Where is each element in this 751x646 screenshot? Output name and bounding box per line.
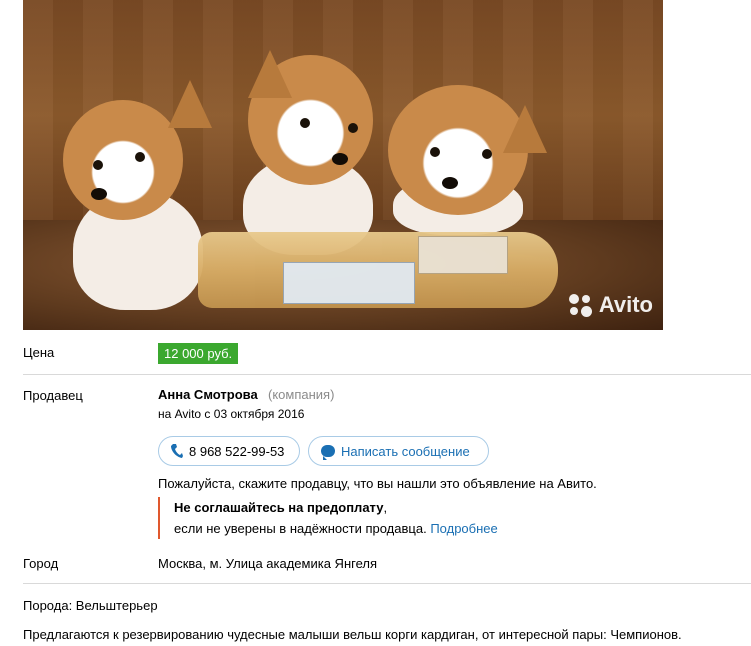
show-phone-button[interactable]: 8 968 522-99-53: [158, 436, 300, 466]
description-text: Предлагаются к резервированию чудесные м…: [23, 627, 682, 642]
warning-comma: ,: [383, 500, 388, 515]
puppy-middle: [228, 45, 388, 255]
seller-label: Продавец: [23, 388, 83, 403]
bottle-label-top: [418, 236, 508, 274]
seller-since: на Avito с 03 октября 2016: [158, 407, 305, 421]
city-value: Москва, м. Улица академика Янгеля: [158, 556, 378, 571]
chat-bubble-icon: [321, 445, 335, 460]
prepayment-warning: Не соглашайтесь на предоплату, если не у…: [158, 497, 498, 539]
avito-dots-logo-icon: [567, 292, 593, 318]
bottle-label-barcode: [283, 262, 415, 304]
phone-number: 8 968 522-99-53: [189, 443, 285, 459]
tell-seller-note: Пожалуйста, скажите продавцу, что вы наш…: [158, 476, 597, 491]
price-label: Цена: [23, 345, 55, 360]
warning-heading: Не соглашайтесь на предоплату: [174, 500, 384, 515]
more-info-link[interactable]: Подробнее: [430, 521, 497, 536]
phone-icon: [171, 444, 183, 458]
avito-watermark: Avito: [567, 292, 653, 318]
seller-name[interactable]: Анна Смотрова: [158, 387, 258, 402]
warning-text: если не уверены в надёжности продавца.: [174, 521, 427, 536]
divider: [23, 374, 751, 375]
write-message-label: Написать сообщение: [341, 443, 470, 459]
avito-watermark-text: Avito: [598, 292, 653, 317]
breed-text: Порода: Вельштерьер: [23, 598, 158, 613]
price-badge: 12 000 руб.: [158, 343, 239, 364]
seller-type: (компания): [268, 387, 335, 402]
write-message-button[interactable]: Написать сообщение: [308, 436, 489, 466]
divider: [23, 583, 751, 584]
listing-photo[interactable]: Avito: [23, 0, 663, 330]
puppy-right: [378, 85, 547, 235]
city-label: Город: [23, 556, 59, 571]
bottle: [198, 232, 558, 308]
